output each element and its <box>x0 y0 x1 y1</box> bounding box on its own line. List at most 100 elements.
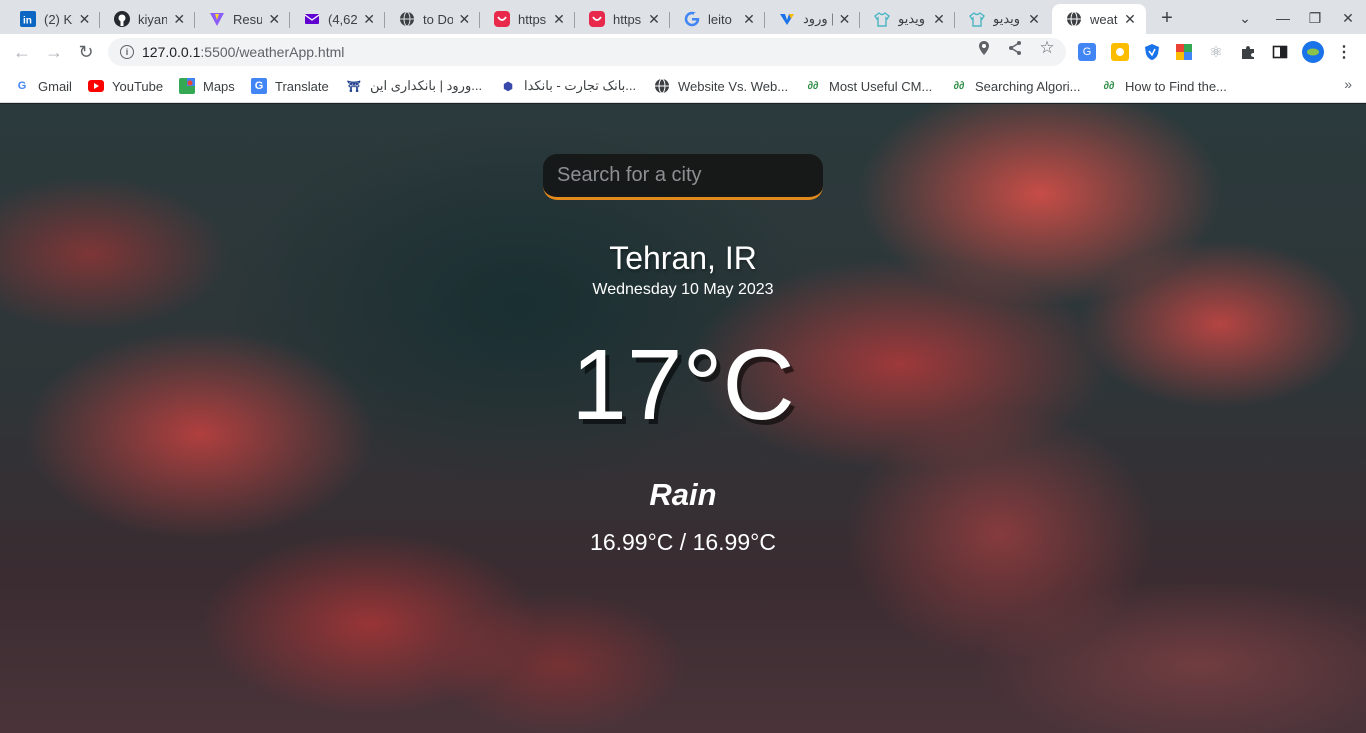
close-icon[interactable]: ✕ <box>837 11 852 27</box>
browser-tab[interactable]: leito ✕ <box>670 4 765 34</box>
browser-tab[interactable]: kiyan ✕ <box>100 4 195 34</box>
tab-title: leito <box>708 11 732 27</box>
google-g-icon: G <box>17 80 27 92</box>
gfg-icon: ∂∂ <box>953 80 965 92</box>
bookmark-youtube[interactable]: YouTube <box>88 77 163 95</box>
colorful-extension-icon[interactable] <box>1175 43 1193 61</box>
translate-extension-icon[interactable]: G <box>1078 43 1096 61</box>
current-temperature: 17°C <box>571 329 795 441</box>
forward-icon[interactable]: → <box>41 39 67 65</box>
gfg-icon: ∂∂ <box>807 80 819 92</box>
close-icon[interactable]: ✕ <box>457 11 472 27</box>
github-icon <box>114 11 130 27</box>
hi-low-temperature: 16.99°C / 16.99°C <box>590 529 776 555</box>
browser-tab-active[interactable]: weat ✕ <box>1052 4 1146 34</box>
browser-tab[interactable]: Resu ✕ <box>195 4 290 34</box>
browser-tab[interactable]: (4,62 ✕ <box>290 4 385 34</box>
bookmark-label: بانک تجارت - بانکدا... <box>524 78 637 93</box>
close-icon[interactable]: ✕ <box>931 11 947 27</box>
bookmark-label: Translate <box>275 78 329 94</box>
tab-title: weat <box>1090 11 1118 27</box>
browser-tab[interactable]: to Do ✕ <box>385 4 480 34</box>
tab-title: ویدیو <box>898 11 926 26</box>
bookmark-gmail[interactable]: G Gmail <box>14 77 72 95</box>
bookmark-gfg-3[interactable]: ∂∂ How to Find the... <box>1101 77 1227 95</box>
city-name: Tehran, IR <box>609 240 757 276</box>
browser-tab[interactable]: https ✕ <box>480 4 575 34</box>
tab-strip: in (2) Ki ✕ kiyan ✕ Resu ✕ (4,62 ✕ to Do… <box>0 0 1366 34</box>
tab-search-chevron-icon[interactable]: ⌄ <box>1233 6 1257 30</box>
bank-icon: ⛩ <box>347 80 361 93</box>
address-bar[interactable]: i 127.0.0.1:5500/weatherApp.html <box>108 38 1066 66</box>
bookmark-gfg-2[interactable]: ∂∂ Searching Algori... <box>951 77 1081 95</box>
weather-page: Tehran, IR Wednesday 10 May 2023 17°C Ra… <box>0 104 1366 733</box>
share-icon[interactable] <box>1007 40 1023 56</box>
close-icon[interactable]: ✕ <box>77 11 92 27</box>
current-date: Wednesday 10 May 2023 <box>592 281 774 298</box>
side-panel-icon[interactable] <box>1271 43 1289 61</box>
close-window-icon[interactable]: ✕ <box>1336 6 1360 30</box>
close-icon[interactable]: ✕ <box>1026 11 1042 27</box>
close-icon[interactable]: ✕ <box>266 11 282 27</box>
url-text[interactable]: 127.0.0.1:5500/weatherApp.html <box>142 44 344 60</box>
globe-icon <box>654 78 670 94</box>
city-search-input[interactable] <box>557 164 823 187</box>
bank-icon: ⬢ <box>503 80 513 93</box>
globe-icon <box>399 11 415 27</box>
tab-title: https <box>518 11 547 27</box>
shirt-icon <box>969 11 985 27</box>
bookmark-label: Gmail <box>38 78 72 94</box>
close-icon[interactable]: ✕ <box>646 11 662 27</box>
vpn-shield-icon[interactable] <box>1143 43 1161 61</box>
bookmarks-bar: G Gmail YouTube Maps G Translate ⛩ ورود | ب… <box>0 70 1366 103</box>
tab-title: kiyan <box>138 11 168 27</box>
restore-icon[interactable]: ❐ <box>1303 6 1327 30</box>
close-icon[interactable]: ✕ <box>741 11 757 27</box>
close-icon[interactable]: ✕ <box>551 11 567 27</box>
google-icon <box>684 11 700 27</box>
reload-icon[interactable]: ↻ <box>73 39 99 65</box>
close-icon[interactable]: ✕ <box>361 11 377 27</box>
browser-tab[interactable]: ویدیو ✕ <box>860 4 955 34</box>
react-devtools-icon[interactable]: ⚛ <box>1207 43 1225 61</box>
browser-tab[interactable]: https ✕ <box>575 4 670 34</box>
v-icon <box>779 11 795 27</box>
bookmark-label: ورود | بانکداری این... <box>370 78 483 93</box>
tab-title: ویدیو <box>993 11 1021 26</box>
tab-title: https <box>613 11 642 27</box>
bookmark-label: Website Vs. Web... <box>678 78 789 94</box>
bookmark-translate[interactable]: G Translate <box>251 77 329 95</box>
browser-tab[interactable]: ورود | ✕ <box>765 4 860 34</box>
bookmark-bank-2[interactable]: ⬢ بانک تجارت - بانکدا... <box>500 77 636 95</box>
vite-icon <box>209 11 225 27</box>
bookmark-maps[interactable]: Maps <box>179 77 235 95</box>
location-pin-icon[interactable] <box>976 40 992 56</box>
bookmark-star-icon[interactable]: ☆ <box>1039 38 1055 57</box>
bookmark-bank-1[interactable]: ⛩ ورود | بانکداری این... <box>346 77 482 95</box>
browser-toolbar: ← → ↻ i 127.0.0.1:5500/weatherApp.html ☆… <box>0 34 1366 70</box>
bookmarks-overflow-chevron-icon[interactable]: » <box>1344 76 1352 92</box>
bookmark-website[interactable]: Website Vs. Web... <box>654 77 788 95</box>
linkedin-icon: in <box>20 11 36 27</box>
city-search-box[interactable] <box>543 154 823 200</box>
gfg-icon: ∂∂ <box>1103 80 1115 92</box>
profile-avatar[interactable] <box>1302 41 1324 63</box>
keep-extension-icon[interactable] <box>1111 43 1129 61</box>
youtube-icon <box>88 78 104 94</box>
close-icon[interactable]: ✕ <box>1122 11 1138 27</box>
site-info-icon[interactable]: i <box>120 45 134 59</box>
new-tab-button[interactable]: + <box>1155 6 1179 30</box>
close-icon[interactable]: ✕ <box>171 11 187 27</box>
back-icon[interactable]: ← <box>9 39 35 65</box>
browser-tab[interactable]: ویدیو ✕ <box>955 4 1050 34</box>
browser-tab[interactable]: in (2) Ki ✕ <box>6 4 100 34</box>
extensions-puzzle-icon[interactable] <box>1239 43 1257 61</box>
url-host: 127.0.0.1 <box>142 44 201 60</box>
menu-kebab-icon[interactable]: ⋮ <box>1335 43 1353 61</box>
app-icon <box>494 11 510 27</box>
shirt-icon <box>874 11 890 27</box>
bookmark-gfg-1[interactable]: ∂∂ Most Useful CM... <box>805 77 933 95</box>
translate-icon: G <box>251 78 267 94</box>
app-icon <box>589 11 605 27</box>
minimize-icon[interactable]: — <box>1271 6 1295 30</box>
